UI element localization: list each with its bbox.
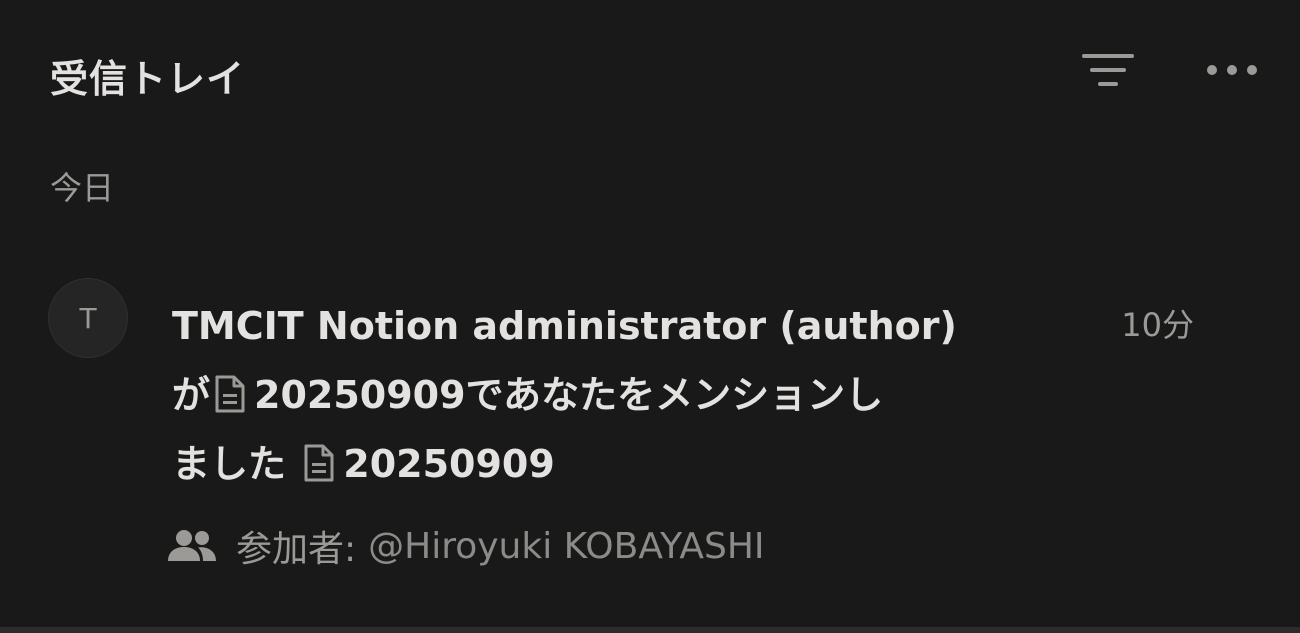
notification-item[interactable]: T TMCIT Notion administrator (author) が …: [48, 278, 1260, 578]
participants-label: 参加者:: [236, 529, 357, 570]
participants-row: 参加者: @Hiroyuki KOBAYASHI: [168, 520, 765, 572]
filter-lines-icon: [1082, 54, 1134, 86]
notification-actor: TMCIT Notion administrator (author): [172, 304, 957, 348]
inbox-panel: 受信トレイ 今日 T TMCIT Notion administrator (a…: [0, 0, 1300, 633]
notification-text-line-2: ました 20250909: [172, 430, 1052, 499]
notification-text-part2: であなたをメンションし: [465, 373, 884, 417]
notification-text-line-1: が 20250909であなたをメンションし: [172, 361, 1052, 430]
participant-mention[interactable]: @Hiroyuki KOBAYASHI: [368, 526, 764, 567]
section-label-today: 今日: [50, 169, 115, 207]
notification-actor-line: TMCIT Notion administrator (author): [172, 292, 1052, 361]
notification-content: TMCIT Notion administrator (author) が 20…: [172, 292, 1052, 499]
notification-time: 10分: [1121, 306, 1194, 344]
more-horizontal-icon: [1207, 65, 1257, 75]
page-icon: [215, 375, 245, 413]
notification-text-part3: ました: [172, 442, 287, 486]
mentioned-page-name[interactable]: 20250909: [254, 373, 466, 417]
divider: [0, 627, 1300, 633]
more-options-button[interactable]: [1204, 46, 1260, 94]
page-icon: [304, 444, 334, 482]
page-link[interactable]: 20250909: [343, 442, 555, 486]
avatar-initial: T: [79, 301, 97, 335]
avatar: T: [48, 278, 128, 358]
notification-text-part1: が: [172, 373, 211, 417]
page-title: 受信トレイ: [50, 57, 246, 101]
people-icon: [168, 530, 216, 561]
inbox-header: 受信トレイ: [50, 40, 1260, 101]
filter-button[interactable]: [1080, 46, 1136, 94]
